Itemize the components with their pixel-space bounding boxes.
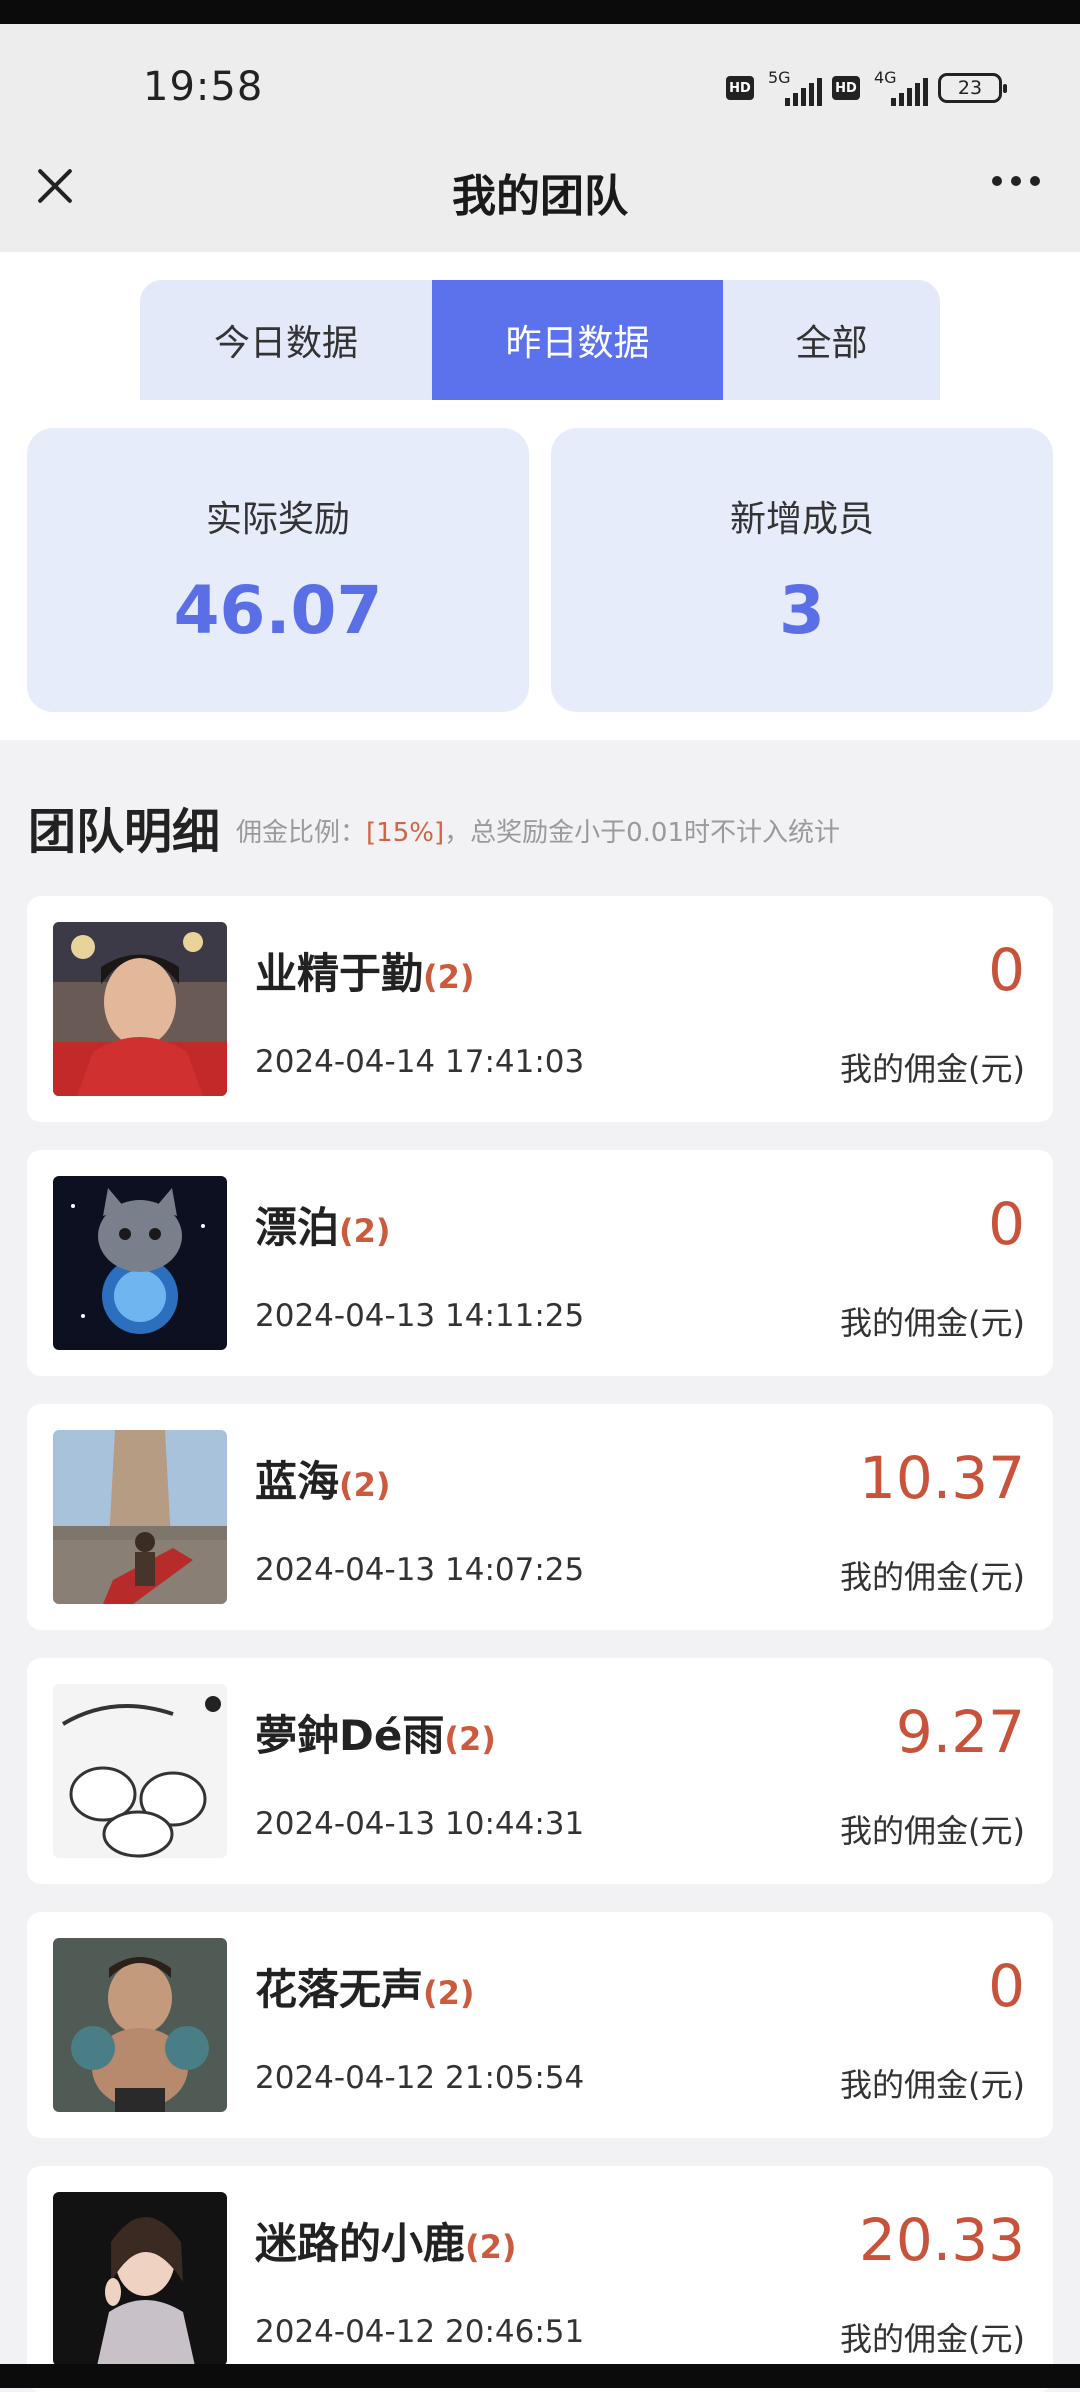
commission-amount: 0 (988, 1190, 1025, 1258)
member-card[interactable]: 夢鈡Dé雨(2) 2024-04-13 10:44:31 9.27 我的佣金(元… (27, 1658, 1053, 1884)
join-date: 2024-04-13 14:11:25 (255, 1298, 585, 1334)
join-date: 2024-04-13 14:07:25 (255, 1552, 585, 1588)
hd-icon: HD (726, 76, 754, 100)
bottom-edge-bar (0, 2364, 1080, 2388)
member-name: 漂泊(2) (255, 1203, 391, 1252)
commission-amount: 9.27 (895, 1698, 1025, 1766)
hd-icon-2: HD (832, 76, 860, 100)
commission-label: 我的佣金(元) (840, 1558, 1025, 1596)
member-card[interactable]: 蓝海(2) 2024-04-13 14:07:25 10.37 我的佣金(元) (27, 1404, 1053, 1630)
join-date: 2024-04-13 10:44:31 (255, 1806, 585, 1842)
commission-amount: 10.37 (858, 1444, 1025, 1512)
signal-5g-icon: 5G (764, 68, 822, 108)
commission-amount: 0 (988, 1952, 1025, 2020)
commission-amount: 20.33 (858, 2206, 1025, 2274)
page-title: 我的团队 (452, 171, 628, 222)
member-card[interactable]: 漂泊(2) 2024-04-13 14:11:25 0 我的佣金(元) (27, 1150, 1053, 1376)
avatar (53, 1430, 227, 1604)
member-name: 夢鈡Dé雨(2) (255, 1711, 496, 1760)
member-card[interactable]: 花落无声(2) 2024-04-12 21:05:54 0 我的佣金(元) (27, 1912, 1053, 2138)
stat-label: 新增成员 (729, 499, 874, 540)
avatar (53, 922, 227, 1096)
member-card[interactable]: 迷路的小鹿(2) 2024-04-12 20:46:51 20.33 我的佣金(… (27, 2166, 1053, 2392)
commission-label: 我的佣金(元) (840, 1050, 1025, 1088)
join-date: 2024-04-14 17:41:03 (255, 1044, 585, 1080)
stat-card-reward: 实际奖励 46.07 (27, 428, 529, 712)
avatar (53, 1176, 227, 1350)
avatar (53, 1938, 227, 2112)
tab-all[interactable]: 全部 (723, 280, 940, 400)
member-card[interactable]: 业精于勤(2) 2024-04-14 17:41:03 0 我的佣金(元) (27, 896, 1053, 1122)
status-bar-top-edge (0, 0, 1080, 24)
signal-4g-icon: 4G (870, 68, 928, 108)
stat-card-new-members: 新增成员 3 (551, 428, 1053, 712)
tab-today[interactable]: 今日数据 (140, 280, 432, 400)
status-time: 19:58 (143, 64, 264, 110)
stat-value: 3 (779, 572, 825, 649)
member-name: 业精于勤(2) (255, 949, 475, 998)
avatar (53, 1684, 227, 1858)
member-name: 花落无声(2) (255, 1965, 475, 2014)
status-icons: HD 5G HD 4G 23 (726, 68, 1007, 108)
join-date: 2024-04-12 21:05:54 (255, 2060, 585, 2096)
section-title: 团队明细 (28, 804, 221, 860)
date-filter-tabs: 今日数据 昨日数据 全部 (140, 280, 940, 400)
member-name: 迷路的小鹿(2) (255, 2219, 517, 2268)
member-name: 蓝海(2) (255, 1457, 391, 1506)
stat-label: 实际奖励 (205, 499, 350, 540)
avatar (53, 2192, 227, 2366)
more-options-icon[interactable] (992, 176, 1040, 186)
tab-yesterday[interactable]: 昨日数据 (432, 280, 723, 400)
commission-amount: 0 (988, 936, 1025, 1004)
commission-label: 我的佣金(元) (840, 1812, 1025, 1850)
commission-label: 我的佣金(元) (840, 2066, 1025, 2104)
battery-icon: 23 (938, 73, 1007, 103)
join-date: 2024-04-12 20:46:51 (255, 2314, 585, 2350)
stat-value: 46.07 (173, 572, 383, 649)
commission-rate: [15%] (366, 818, 445, 848)
section-note: 佣金比例：[15%]，总奖励金小于0.01时不计入统计 (236, 818, 840, 848)
commission-label: 我的佣金(元) (840, 1304, 1025, 1342)
commission-label: 我的佣金(元) (840, 2320, 1025, 2358)
